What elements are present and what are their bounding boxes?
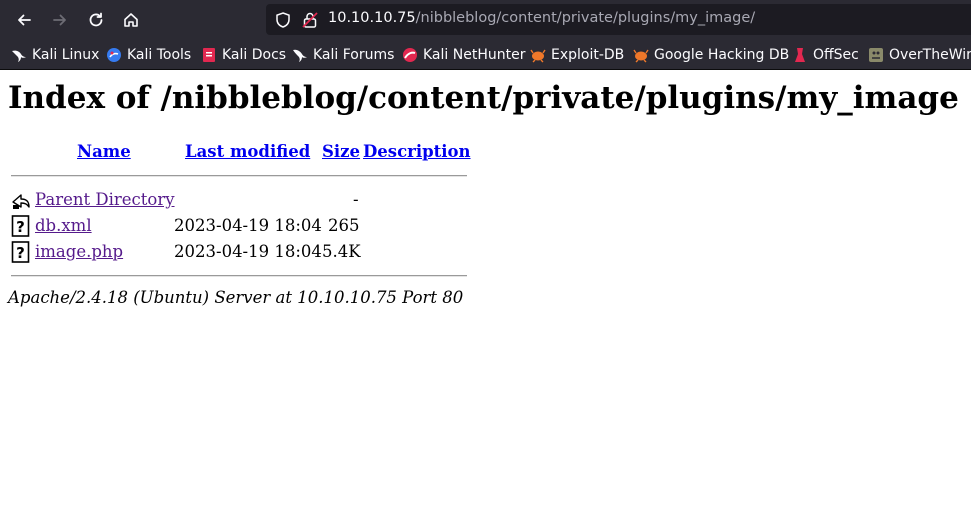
kali-dragon-icon bbox=[12, 50, 26, 62]
bookmark-overthewire[interactable]: OverTheWire bbox=[868, 45, 971, 65]
footer-divider bbox=[11, 275, 467, 277]
bookmark-offsec[interactable]: OffSec bbox=[792, 45, 859, 65]
bookmark-label: Exploit-DB bbox=[551, 47, 625, 63]
shield-icon[interactable] bbox=[274, 11, 292, 29]
row-size: - bbox=[353, 190, 359, 209]
url-bar[interactable]: 10.10.10.75/nibbleblog/content/private/p… bbox=[266, 4, 971, 35]
unknown-file-icon: ? bbox=[11, 241, 30, 263]
bookmark-kali-docs[interactable]: Kali Docs bbox=[201, 45, 286, 65]
home-icon bbox=[124, 13, 138, 27]
row-modified: 2023-04-19 18:04 bbox=[174, 216, 322, 235]
forward-button[interactable] bbox=[47, 7, 73, 33]
column-description-header[interactable]: Description bbox=[363, 142, 471, 166]
page-title: Index of /nibbleblog/content/private/plu… bbox=[8, 80, 959, 116]
sort-by-size-link[interactable]: Size bbox=[322, 142, 360, 161]
page-content: Index of /nibbleblog/content/private/plu… bbox=[0, 70, 971, 516]
offsec-icon bbox=[795, 48, 805, 62]
column-name-header[interactable]: Name bbox=[77, 142, 131, 166]
column-size-header[interactable]: Size bbox=[322, 142, 360, 166]
arrow-left-icon bbox=[18, 14, 31, 26]
bookmark-label: Kali Docs bbox=[222, 47, 287, 63]
svg-text:?: ? bbox=[16, 244, 25, 262]
bookmark-kali-linux[interactable]: Kali Linux bbox=[11, 45, 99, 65]
parent-directory-link[interactable]: Parent Directory bbox=[35, 190, 175, 209]
url-text[interactable]: 10.10.10.75/nibbleblog/content/private/p… bbox=[328, 10, 755, 26]
bookmark-kali-tools[interactable]: Kali Tools bbox=[106, 45, 191, 65]
browser-toolbar: 10.10.10.75/nibbleblog/content/private/p… bbox=[0, 0, 971, 39]
bookmark-google-hacking-db[interactable]: Google Hacking DB bbox=[633, 45, 789, 65]
table-row: Parent Directory bbox=[35, 190, 175, 214]
bookmark-label: OffSec bbox=[813, 47, 859, 63]
back-folder-icon bbox=[12, 194, 30, 209]
header-divider bbox=[11, 175, 467, 177]
bookmarks-bar: Kali Linux Kali Tools Kali Docs Kali For… bbox=[0, 39, 971, 70]
home-button[interactable] bbox=[118, 7, 144, 33]
url-path: /nibbleblog/content/private/plugins/my_i… bbox=[415, 10, 756, 26]
table-row: db.xml bbox=[35, 216, 92, 240]
url-host: 10.10.10.75 bbox=[328, 10, 416, 26]
kali-tools-icon bbox=[107, 48, 121, 62]
bookmark-kali-nethunter[interactable]: Kali NetHunter bbox=[402, 45, 525, 65]
svg-text:?: ? bbox=[16, 218, 25, 236]
file-link-db-xml[interactable]: db.xml bbox=[35, 216, 92, 235]
server-signature: Apache/2.4.18 (Ubuntu) Server at 10.10.1… bbox=[8, 288, 464, 307]
column-modified-header[interactable]: Last modified bbox=[185, 142, 310, 166]
arrow-right-icon bbox=[53, 14, 66, 26]
kali-forums-icon bbox=[293, 49, 307, 62]
table-row: image.php bbox=[35, 242, 123, 266]
back-button[interactable] bbox=[11, 7, 37, 33]
bookmark-exploit-db[interactable]: Exploit-DB bbox=[530, 45, 624, 65]
reload-icon bbox=[89, 12, 103, 27]
bookmark-label: Kali Tools bbox=[127, 47, 192, 63]
bookmark-label: Google Hacking DB bbox=[654, 47, 790, 63]
row-size: 265 bbox=[328, 216, 360, 235]
ghdb-icon bbox=[633, 49, 649, 63]
unknown-file-icon: ? bbox=[11, 215, 30, 237]
sort-by-name-link[interactable]: Name bbox=[77, 142, 131, 161]
bookmark-label: Kali NetHunter bbox=[423, 47, 526, 63]
bookmark-label: Kali Forums bbox=[313, 47, 395, 63]
exploit-db-icon bbox=[530, 49, 546, 63]
file-link-image-php[interactable]: image.php bbox=[35, 242, 123, 261]
sort-by-modified-link[interactable]: Last modified bbox=[185, 142, 310, 161]
row-modified: 2023-04-19 18:04 bbox=[174, 242, 322, 261]
reload-button[interactable] bbox=[83, 7, 109, 33]
nethunter-icon bbox=[403, 48, 417, 62]
sort-by-description-link[interactable]: Description bbox=[363, 142, 471, 161]
insecure-lock-icon[interactable] bbox=[301, 11, 319, 29]
row-size: 5.4K bbox=[322, 242, 361, 261]
bookmark-label: Kali Linux bbox=[32, 47, 100, 63]
bookmark-label: OverTheWire bbox=[889, 47, 971, 63]
kali-docs-icon bbox=[203, 48, 215, 62]
overthewire-icon bbox=[869, 48, 883, 62]
bookmark-kali-forums[interactable]: Kali Forums bbox=[292, 45, 394, 65]
